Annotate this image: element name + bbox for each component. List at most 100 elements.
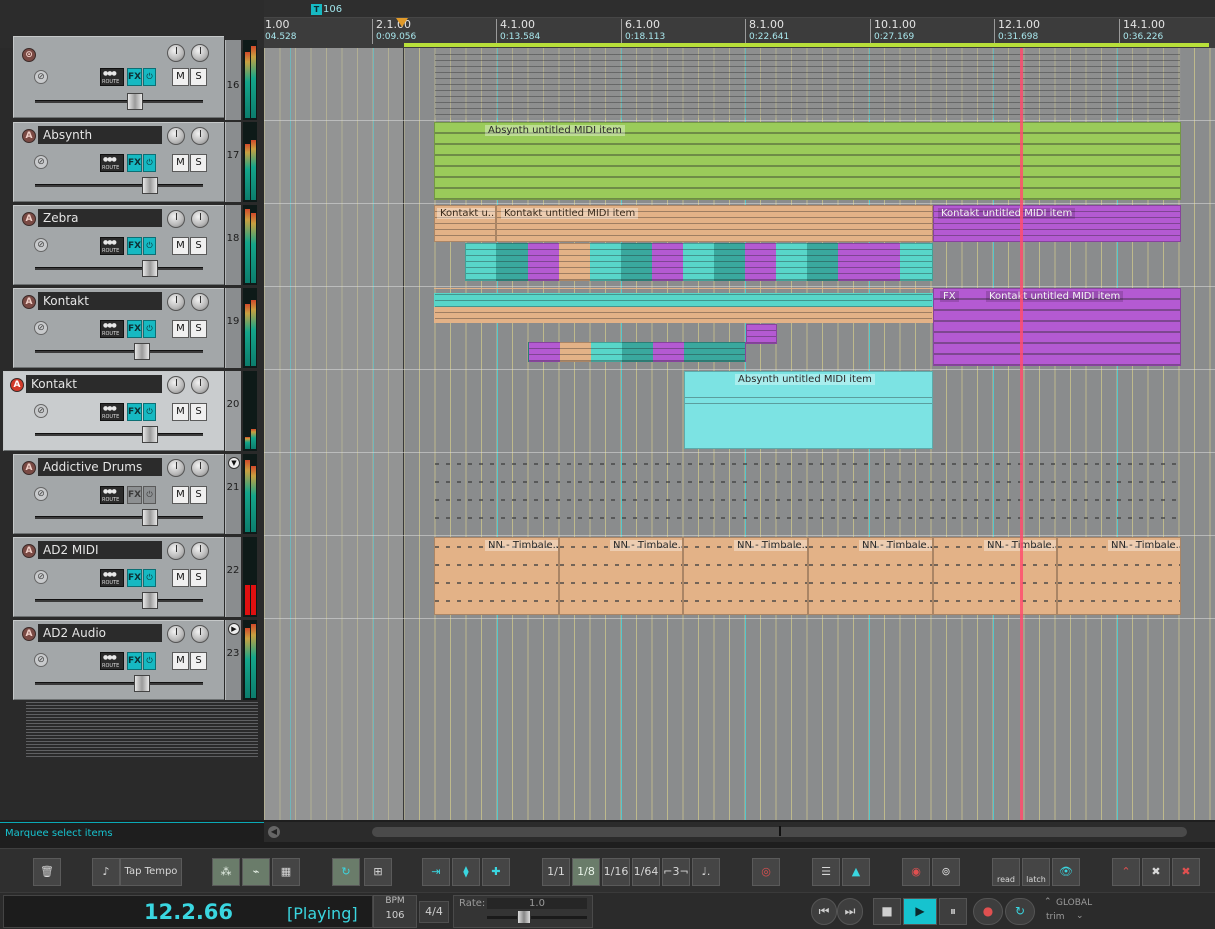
fx-bypass-icon[interactable]: ⏻ <box>143 652 156 670</box>
midi-item-kontakt[interactable]: Kontakt untitled MIDI item <box>933 205 1181 242</box>
item-grouping-icon[interactable]: ▦ <box>272 858 300 886</box>
automation-read-button[interactable]: read <box>992 858 1020 886</box>
scroll-left-icon[interactable]: ◀ <box>268 826 280 838</box>
midi-item-pattern[interactable] <box>528 342 746 362</box>
grid-1-8-button[interactable]: 1/8 <box>572 858 600 886</box>
mute-button[interactable]: M <box>172 154 189 172</box>
loop-icon[interactable]: ↻ <box>332 858 360 886</box>
route-button[interactable]: ●●● ROUTE <box>100 486 124 504</box>
bpm-display[interactable]: BPM 106 <box>373 895 417 928</box>
track-name[interactable]: Zebra <box>38 209 162 227</box>
solo-button[interactable]: S <box>190 652 207 670</box>
volume-fader[interactable] <box>35 592 203 609</box>
time-signature[interactable]: 4/4 <box>419 901 449 923</box>
fader-thumb[interactable] <box>142 592 158 609</box>
midi-item-timbale[interactable]: NN - Timbale... <box>933 537 1057 615</box>
route-button[interactable]: ●●● ROUTE <box>100 652 124 670</box>
rate-slider-thumb[interactable] <box>517 910 531 924</box>
timeline-ruler[interactable]: T 106 1.00 04.528 2.1.00 0:09.056 4.1.00 0:1… <box>264 0 1215 48</box>
record-mode-icon[interactable]: ◎ <box>752 858 780 886</box>
envelope-add-icon[interactable]: ⌃ <box>1112 858 1140 886</box>
pan-knob[interactable] <box>191 542 209 560</box>
automation-latch-button[interactable]: latch <box>1022 858 1050 886</box>
phase-icon[interactable]: ⊘ <box>34 404 48 418</box>
record-arm-button[interactable]: A <box>22 461 36 475</box>
pan-knob[interactable] <box>191 625 209 643</box>
fader-thumb[interactable] <box>127 93 143 110</box>
volume-knob[interactable] <box>167 127 185 145</box>
track-name[interactable]: AD2 MIDI <box>38 541 162 559</box>
show-envelope-icon[interactable]: 👁 <box>1052 858 1080 886</box>
fx-button[interactable]: FX <box>127 154 142 172</box>
mute-button[interactable]: M <box>172 652 189 670</box>
fx-button[interactable]: FX <box>127 320 142 338</box>
fx-bypass-icon[interactable]: ⏻ <box>143 68 156 86</box>
fx-button[interactable]: FX <box>127 652 142 670</box>
fx-bypass-icon[interactable]: ⏻ <box>143 403 156 421</box>
record-arm-button[interactable]: A <box>10 378 24 392</box>
record-arm-button[interactable]: A <box>22 295 36 309</box>
midi-item-timbale[interactable]: NN - Timbale... <box>559 537 683 615</box>
midi-item-timbale[interactable]: NN - Timbale... <box>1057 537 1181 615</box>
midi-item-timbale[interactable]: NN - Timbale... <box>434 537 559 615</box>
pan-knob[interactable] <box>191 210 209 228</box>
phase-icon[interactable]: ⊘ <box>34 487 48 501</box>
fader-thumb[interactable] <box>142 509 158 526</box>
volume-knob[interactable] <box>167 376 185 394</box>
volume-fader[interactable] <box>35 675 203 692</box>
fader-thumb[interactable] <box>134 343 150 360</box>
track-name[interactable]: Kontakt <box>38 292 162 310</box>
record-arm-button[interactable]: A <box>22 544 36 558</box>
midi-item-kontakt[interactable]: FX Kontakt untitled MIDI item <box>933 288 1181 366</box>
mixer-icon[interactable]: ▲ <box>842 858 870 886</box>
route-button[interactable]: ●●● ROUTE <box>100 68 124 86</box>
fx-bypass-icon[interactable]: ⏻ <box>143 486 156 504</box>
phase-icon[interactable]: ⊘ <box>34 238 48 252</box>
mute-button[interactable]: M <box>172 320 189 338</box>
volume-knob[interactable] <box>167 459 185 477</box>
triplet-grid-button[interactable]: ⌐3¬ <box>662 858 690 886</box>
mute-button[interactable]: M <box>172 68 189 86</box>
midi-item-timbale[interactable]: NN - Timbale... <box>683 537 808 615</box>
track-name[interactable]: Absynth <box>38 126 162 144</box>
fx-badge[interactable]: FX <box>940 291 959 302</box>
route-button[interactable]: ●●● ROUTE <box>100 569 124 587</box>
tap-tempo-button[interactable]: Tap Tempo <box>120 858 182 886</box>
record-arm-button[interactable]: A <box>22 627 36 641</box>
midi-item-absynth[interactable]: Absynth untitled MIDI item <box>684 371 933 449</box>
pan-knob[interactable] <box>191 293 209 311</box>
fx-bypass-icon[interactable]: ⏻ <box>143 237 156 255</box>
phase-icon[interactable]: ⊘ <box>34 155 48 169</box>
mute-button[interactable]: M <box>172 486 189 504</box>
trash-icon[interactable]: 🗑 <box>33 858 61 886</box>
stop-icon[interactable]: ■ <box>873 898 901 925</box>
envelope-points-icon[interactable]: ⌁ <box>242 858 270 886</box>
collapsed-tracks[interactable] <box>26 702 258 758</box>
rate-slider[interactable] <box>487 910 587 924</box>
volume-knob[interactable] <box>167 210 185 228</box>
track-name[interactable]: Kontakt <box>26 375 162 393</box>
edit-cursor-flag-icon[interactable] <box>396 18 408 27</box>
go-to-end-icon[interactable]: ⏭ <box>837 898 863 925</box>
fx-button[interactable]: FX <box>127 569 142 587</box>
pan-knob[interactable] <box>191 44 209 62</box>
chevron-down-icon[interactable]: ⌄ <box>1076 911 1084 921</box>
mute-button[interactable]: M <box>172 403 189 421</box>
midi-item-pattern[interactable] <box>465 243 933 281</box>
midi-item-absynth[interactable]: Absynth untitled MIDI item <box>434 122 1181 200</box>
pan-knob[interactable] <box>191 376 209 394</box>
record-arm-button[interactable]: A <box>22 129 36 143</box>
route-button[interactable]: ●●● ROUTE <box>100 403 124 421</box>
envelope-delete-icon[interactable]: ✖ <box>1142 858 1170 886</box>
horizontal-scrollbar[interactable]: ◀ <box>264 822 1215 842</box>
fx-button[interactable]: FX <box>127 237 142 255</box>
volume-fader[interactable] <box>35 426 203 443</box>
arrange-view[interactable]: Absynth untitled MIDI item Kontakt u... … <box>264 48 1215 820</box>
track-name[interactable]: AD2 Audio <box>38 624 162 642</box>
phase-icon[interactable]: ⊘ <box>34 70 48 84</box>
folder-expand-icon[interactable]: ▶ <box>228 623 240 635</box>
fx-bypass-icon[interactable]: ⏻ <box>143 320 156 338</box>
fx-button[interactable]: FX <box>127 403 142 421</box>
fx-button[interactable]: FX <box>127 68 142 86</box>
phase-icon[interactable]: ⊘ <box>34 321 48 335</box>
